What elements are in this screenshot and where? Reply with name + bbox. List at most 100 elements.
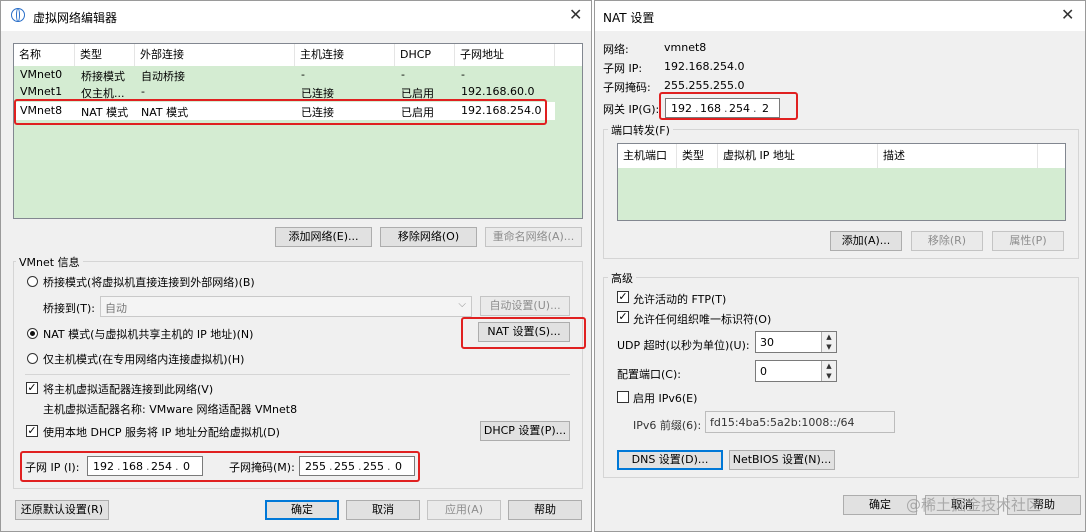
ip-dot: . bbox=[695, 102, 699, 115]
config-port-value: 0 bbox=[760, 365, 767, 378]
table-cell: 仅主机... bbox=[81, 87, 125, 100]
use-dhcp-checkbox[interactable]: ✓ bbox=[26, 425, 38, 437]
ipv6-prefix-input[interactable]: fd15:4ba5:5a2b:1008::/64 bbox=[705, 411, 895, 433]
spinner-down-icon[interactable]: ▼ bbox=[821, 371, 836, 381]
bridge-mode-radio[interactable] bbox=[27, 276, 38, 287]
dns-settings-button[interactable]: DNS 设置(D)... bbox=[617, 450, 723, 470]
pf-col-description[interactable]: 描述 bbox=[878, 144, 1038, 168]
rename-network-button[interactable]: 重命名网络(A)... bbox=[485, 227, 582, 247]
bridge-to-label: 桥接到(T): bbox=[43, 302, 96, 315]
spinner-down-icon[interactable]: ▼ bbox=[821, 342, 836, 352]
port-forwarding-label: 端口转发(F) bbox=[608, 122, 673, 138]
ip-octet: 0 bbox=[395, 460, 402, 473]
nat-mode-radio[interactable] bbox=[27, 328, 38, 339]
spinner-up-icon[interactable]: ▲ bbox=[821, 361, 836, 371]
allow-ftp-checkbox[interactable]: ✓ bbox=[617, 291, 629, 303]
nat-title: NAT 设置 bbox=[603, 11, 655, 25]
col-header-dhcp[interactable]: DHCP bbox=[395, 44, 455, 66]
table-row-vmnet0[interactable]: VMnet0 桥接模式 自动桥接 - - - bbox=[14, 68, 555, 84]
remove-network-button[interactable]: 移除网络(O) bbox=[380, 227, 477, 247]
nat-settings-button[interactable]: NAT 设置(S)... bbox=[478, 322, 570, 342]
subnet-mask-input[interactable]: 255 . 255 . 255 . 0 bbox=[299, 456, 415, 476]
ipv6-prefix-label: IPv6 前缀(6): bbox=[633, 419, 702, 432]
bridge-mode-label[interactable]: 桥接模式(将虚拟机直接连接到外部网络)(B) bbox=[43, 274, 255, 290]
pf-col-type[interactable]: 类型 bbox=[677, 144, 718, 168]
table-cell: 192.168.254.0 bbox=[461, 104, 542, 117]
ip-dot: . bbox=[117, 460, 121, 473]
table-cell: NAT 模式 bbox=[81, 106, 129, 119]
bridge-to-dropdown[interactable]: 自动 ⌵ bbox=[100, 296, 472, 317]
allow-ftp-label[interactable]: 允许活动的 FTP(T) bbox=[633, 291, 726, 307]
vne-ok-button[interactable]: 确定 bbox=[265, 500, 339, 520]
nat-titlebar: NAT 设置 ✕ bbox=[595, 1, 1085, 31]
table-cell: 桥接模式 bbox=[81, 70, 125, 83]
col-header-name[interactable]: 名称 bbox=[14, 44, 75, 66]
vne-close-icon[interactable]: ✕ bbox=[569, 5, 582, 25]
table-cell: VMnet0 bbox=[20, 68, 63, 81]
ipv6-prefix-value: fd15:4ba5:5a2b:1008::/64 bbox=[710, 416, 855, 429]
connect-adapter-label[interactable]: 将主机虚拟适配器连接到此网络(V) bbox=[43, 381, 213, 397]
chevron-down-icon: ⌵ bbox=[458, 299, 466, 310]
table-cell: 自动桥接 bbox=[141, 70, 185, 83]
nat-close-icon[interactable]: ✕ bbox=[1061, 5, 1074, 25]
config-port-spinner[interactable]: 0 ▲ ▼ bbox=[755, 360, 837, 382]
ip-dot: . bbox=[358, 460, 362, 473]
nat-mode-label[interactable]: NAT 模式(与虚拟机共享主机的 IP 地址)(N) bbox=[43, 326, 253, 342]
pf-add-button[interactable]: 添加(A)... bbox=[830, 231, 902, 251]
col-header-subnet[interactable]: 子网地址 bbox=[455, 44, 555, 66]
gateway-ip-input[interactable]: 192 . 168 . 254 . 2 bbox=[665, 98, 780, 118]
col-header-external[interactable]: 外部连接 bbox=[135, 44, 295, 66]
vne-apply-button[interactable]: 应用(A) bbox=[427, 500, 501, 520]
add-network-button[interactable]: 添加网络(E)... bbox=[275, 227, 372, 247]
table-row-vmnet1[interactable]: VMnet1 仅主机... - 已连接 已启用 192.168.60.0 bbox=[14, 85, 555, 101]
col-header-host[interactable]: 主机连接 bbox=[295, 44, 395, 66]
nat-subnet-mask-value: 255.255.255.0 bbox=[664, 79, 745, 92]
host-only-radio[interactable] bbox=[27, 353, 38, 364]
table-cell: - bbox=[401, 68, 405, 81]
enable-ipv6-checkbox[interactable] bbox=[617, 391, 629, 403]
pf-remove-button[interactable]: 移除(R) bbox=[911, 231, 983, 251]
ip-dot: . bbox=[329, 460, 333, 473]
table-row-vmnet8[interactable]: VMnet8 NAT 模式 NAT 模式 已连接 已启用 192.168.254… bbox=[14, 102, 555, 120]
dhcp-settings-button[interactable]: DHCP 设置(P)... bbox=[480, 421, 570, 441]
port-forwarding-list[interactable]: 主机端口 类型 虚拟机 IP 地址 描述 bbox=[617, 143, 1066, 221]
subnet-mask-label: 子网掩码(M): bbox=[229, 461, 295, 474]
use-dhcp-label[interactable]: 使用本地 DHCP 服务将 IP 地址分配给虚拟机(D) bbox=[43, 424, 280, 440]
table-cell: - bbox=[461, 68, 465, 81]
udp-timeout-spinner[interactable]: 30 ▲ ▼ bbox=[755, 331, 837, 353]
ip-octet: 192 bbox=[93, 460, 114, 473]
restore-defaults-button[interactable]: 还原默认设置(R) bbox=[15, 500, 109, 520]
network-list[interactable]: 名称 类型 外部连接 主机连接 DHCP 子网地址 VMnet0 桥接模式 自动… bbox=[13, 43, 583, 219]
enable-ipv6-label[interactable]: 启用 IPv6(E) bbox=[633, 390, 697, 406]
connect-adapter-checkbox[interactable]: ✓ bbox=[26, 382, 38, 394]
nat-subnet-ip-value: 192.168.254.0 bbox=[664, 60, 745, 73]
nat-settings-window: NAT 设置 ✕ 网络: vmnet8 子网 IP: 192.168.254.0… bbox=[594, 0, 1086, 532]
allow-oui-label[interactable]: 允许任何组织唯一标识符(O) bbox=[633, 311, 771, 327]
subnet-ip-input[interactable]: 192 . 168 . 254 . 0 bbox=[87, 456, 203, 476]
spinner-up-icon[interactable]: ▲ bbox=[821, 332, 836, 342]
ip-octet: 255 bbox=[334, 460, 355, 473]
ip-octet: 192 bbox=[671, 102, 692, 115]
ip-octet: 0 bbox=[183, 460, 190, 473]
table-cell: 已连接 bbox=[301, 106, 334, 119]
allow-oui-checkbox[interactable]: ✓ bbox=[617, 311, 629, 323]
table-cell: NAT 模式 bbox=[141, 106, 189, 119]
pf-properties-button[interactable]: 属性(P) bbox=[992, 231, 1064, 251]
gateway-label: 网关 IP(G): bbox=[603, 103, 660, 116]
table-cell: 已启用 bbox=[401, 106, 434, 119]
vmnet-info-divider bbox=[25, 374, 570, 375]
ip-dot: . bbox=[175, 460, 179, 473]
pf-col-host-port[interactable]: 主机端口 bbox=[618, 144, 677, 168]
netbios-settings-button[interactable]: NetBIOS 设置(N)... bbox=[729, 450, 835, 470]
table-cell: 已连接 bbox=[301, 87, 334, 100]
ip-dot: . bbox=[387, 460, 391, 473]
vne-help-button[interactable]: 帮助 bbox=[508, 500, 582, 520]
pf-col-vm-ip[interactable]: 虚拟机 IP 地址 bbox=[718, 144, 878, 168]
ip-octet: 255 bbox=[363, 460, 384, 473]
host-only-label[interactable]: 仅主机模式(在专用网络内连接虚拟机)(H) bbox=[43, 351, 244, 367]
col-header-type[interactable]: 类型 bbox=[75, 44, 135, 66]
ip-octet: 255 bbox=[305, 460, 326, 473]
auto-settings-button[interactable]: 自动设置(U)... bbox=[480, 296, 570, 316]
vne-cancel-button[interactable]: 取消 bbox=[346, 500, 420, 520]
ip-dot: . bbox=[753, 102, 757, 115]
